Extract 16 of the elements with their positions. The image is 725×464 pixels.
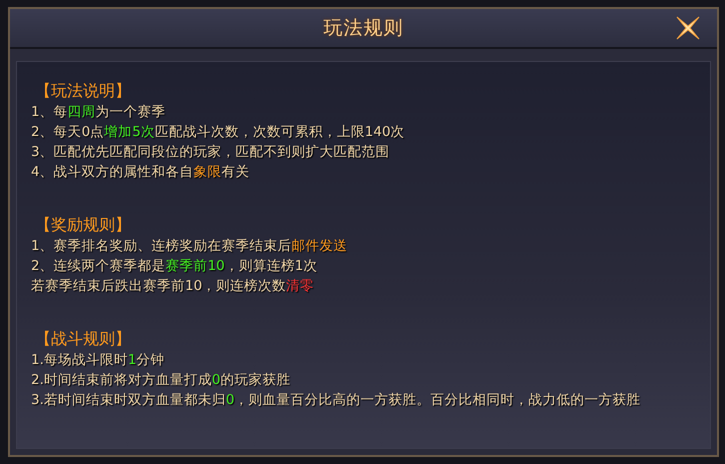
rule-text: 3.若时间结束时双方血量都未归0，则血量百分比高的一方获胜。百分比相同时，战力低的一方获胜 [31, 391, 642, 410]
section-heading: 【玩法说明】 [35, 80, 132, 102]
section-heading: 【战斗规则】 [35, 328, 132, 350]
window-title: 玩法规则 [324, 16, 404, 41]
rule-text: 1、每四周为一个赛季 [31, 103, 167, 122]
rule-text: 2、连续两个赛季都是赛季前10，则算连榜1次 [31, 257, 318, 276]
rule-text: 3、匹配优先匹配同段位的玩家，匹配不到则扩大匹配范围 [31, 143, 391, 162]
rule-text: 1.每场战斗限时1分钟 [31, 351, 166, 370]
rule-text: 4、战斗双方的属性和各自 象限有关 [31, 163, 251, 182]
section-heading: 【奖励规则】 [35, 214, 132, 236]
rule-text: 若赛季结束后跌出赛季前10，则连榜次数清零 [31, 277, 316, 296]
rule-text: 1、赛季排名奖励、连榜奖励在赛季结束后邮件发送 [31, 237, 349, 256]
close-icon [675, 15, 701, 41]
close-button[interactable] [675, 15, 701, 41]
rule-text: 2、每天0点增加5次匹配战斗次数，次数可累积，上限140次 [31, 123, 406, 142]
rule-text: 2.时间结束前将对方血量打成0的玩家获胜 [31, 371, 292, 390]
